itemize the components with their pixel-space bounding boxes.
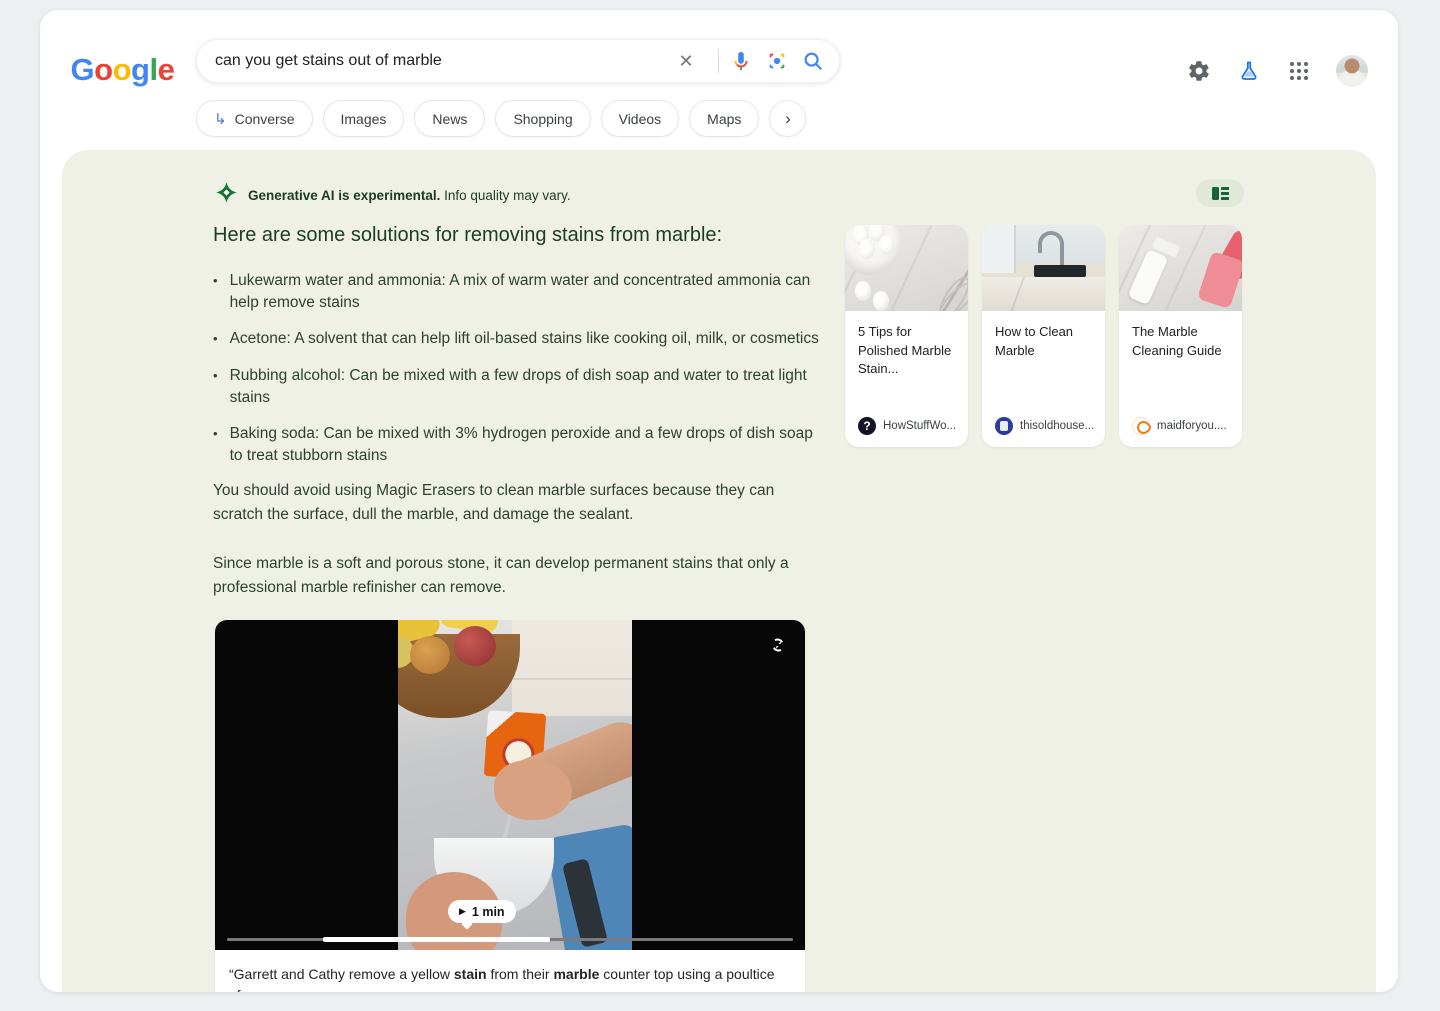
list-item: • Lukewarm water and ammonia: A mix of wa… bbox=[213, 270, 825, 313]
card-source: ? HowStuffWo... bbox=[858, 417, 956, 435]
google-lens-icon[interactable] bbox=[765, 49, 789, 73]
bullet-text: Baking soda: Can be mixed with 3% hydrog… bbox=[229, 425, 813, 464]
tab-images[interactable]: Images bbox=[322, 100, 405, 137]
logo-letter: o bbox=[94, 52, 113, 87]
video-caption: “Garrett and Cathy remove a yellow stain… bbox=[229, 966, 775, 992]
card-title: The Marble Cleaning Guide bbox=[1132, 324, 1222, 358]
settings-gear-icon[interactable] bbox=[1186, 58, 1212, 84]
card-thumbnail bbox=[982, 225, 1105, 311]
source-card[interactable]: How to Clean Marble thisoldhouse... bbox=[982, 225, 1105, 447]
video-progress-bar[interactable] bbox=[227, 936, 793, 942]
tab-label: Shopping bbox=[513, 110, 573, 127]
play-icon: ▶ bbox=[459, 906, 466, 916]
card-title: 5 Tips for Polished Marble Stain... bbox=[858, 324, 952, 376]
card-thumbnail bbox=[1119, 225, 1242, 311]
logo-letter: g bbox=[131, 52, 150, 87]
tab-label: Converse bbox=[234, 110, 295, 127]
duration-text: 1 min bbox=[471, 904, 505, 919]
answer-paragraph: You should avoid using Magic Erasers to … bbox=[213, 482, 775, 523]
answer-heading: Here are some solutions for removing sta… bbox=[213, 224, 723, 246]
search-input[interactable] bbox=[215, 52, 674, 70]
tab-converse[interactable]: ↳ Converse bbox=[196, 100, 313, 137]
source-card[interactable]: 5 Tips for Polished Marble Stain... ? Ho… bbox=[845, 225, 968, 447]
card-source: maidforyou.... bbox=[1132, 417, 1227, 435]
logo-letter: l bbox=[149, 52, 158, 87]
list-item: • Rubbing alcohol: Can be mixed with a fe… bbox=[213, 365, 825, 408]
tab-label: Videos bbox=[618, 110, 662, 127]
user-avatar[interactable] bbox=[1336, 55, 1368, 87]
search-divider bbox=[718, 49, 719, 73]
source-card[interactable]: The Marble Cleaning Guide maidforyou.... bbox=[1119, 225, 1242, 447]
bullet-text: Lukewarm water and ammonia: A mix of war… bbox=[229, 272, 811, 311]
tab-label: News bbox=[432, 110, 468, 127]
converse-arrow-icon: ↳ bbox=[214, 110, 227, 128]
logo-letter: o bbox=[112, 52, 132, 87]
search-icon[interactable] bbox=[801, 49, 825, 73]
source-name: maidforyou.... bbox=[1157, 420, 1227, 432]
search-tabs: ↳ Converse Images News Shopping Videos M… bbox=[196, 100, 807, 137]
view-toggle-button[interactable] bbox=[1196, 179, 1244, 207]
video-frame bbox=[398, 620, 632, 950]
chevron-right-icon: › bbox=[785, 108, 791, 128]
video-duration-badge[interactable]: ▶ 1 min bbox=[448, 900, 516, 923]
list-layout-icon bbox=[1211, 186, 1229, 200]
source-favicon: ? bbox=[858, 417, 876, 435]
tab-maps[interactable]: Maps bbox=[689, 100, 760, 137]
logo-letter: G bbox=[70, 52, 95, 87]
bullet-text: Rubbing alcohol: Can be mixed with a few… bbox=[229, 367, 807, 406]
tab-label: Images bbox=[340, 110, 387, 127]
generative-ai-banner: Generative AI is experimental. Info qual… bbox=[215, 181, 571, 209]
video-result-card: ▶ 1 min “Garrett and Cathy remove a yell… bbox=[215, 620, 805, 992]
card-title: How to Clean Marble bbox=[995, 324, 1074, 358]
ai-answer-panel: Generative AI is experimental. Info qual… bbox=[62, 150, 1376, 992]
tab-news[interactable]: News bbox=[414, 100, 486, 137]
google-logo[interactable]: Google bbox=[70, 52, 175, 88]
source-favicon bbox=[1132, 417, 1150, 435]
search-bar[interactable]: ✕ bbox=[196, 39, 840, 83]
header-actions bbox=[1186, 55, 1368, 87]
list-item: • Acetone: A solvent that can help lift o… bbox=[213, 328, 825, 350]
banner-bold-text: Generative AI is experimental. bbox=[248, 187, 441, 203]
apps-grid-icon[interactable] bbox=[1286, 58, 1312, 84]
clear-icon[interactable]: ✕ bbox=[674, 49, 698, 73]
source-cards: 5 Tips for Polished Marble Stain... ? Ho… bbox=[845, 225, 1242, 447]
labs-flask-icon[interactable] bbox=[1236, 58, 1262, 84]
source-name: thisoldhouse... bbox=[1020, 420, 1095, 432]
bullet-text: Acetone: A solvent that can help lift oi… bbox=[229, 330, 819, 347]
video-player[interactable]: ▶ 1 min bbox=[215, 620, 805, 950]
tab-shopping[interactable]: Shopping bbox=[495, 100, 591, 137]
answer-paragraph: Since marble is a soft and porous stone,… bbox=[213, 555, 789, 596]
sge-sparkle-icon bbox=[215, 181, 238, 209]
source-name: HowStuffWo... bbox=[883, 420, 957, 432]
expand-video-icon[interactable] bbox=[769, 636, 787, 654]
list-item: • Baking soda: Can be mixed with 3% hydro… bbox=[213, 423, 825, 466]
source-favicon bbox=[995, 417, 1013, 435]
card-thumbnail bbox=[845, 225, 968, 311]
more-tabs-chevron[interactable]: › bbox=[769, 100, 807, 137]
banner-rest-text: Info quality may vary. bbox=[440, 187, 571, 203]
microphone-icon[interactable] bbox=[729, 49, 753, 73]
browser-window: Google ✕ bbox=[40, 10, 1398, 992]
tab-label: Maps bbox=[707, 110, 742, 127]
card-source: thisoldhouse... bbox=[995, 417, 1094, 435]
answer-bullet-list: • Lukewarm water and ammonia: A mix of wa… bbox=[213, 270, 825, 481]
logo-letter: e bbox=[157, 52, 175, 87]
tab-videos[interactable]: Videos bbox=[600, 100, 680, 137]
